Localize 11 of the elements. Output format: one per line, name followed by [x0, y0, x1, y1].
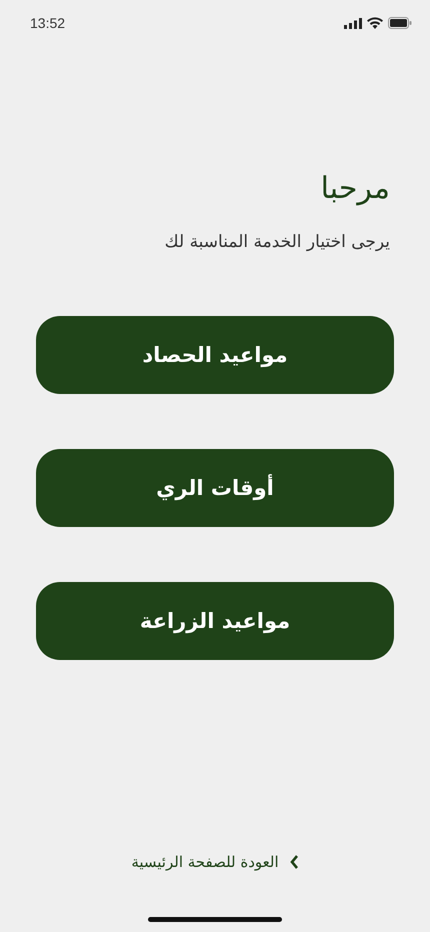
service-button[interactable]: مواعيد الحصاد: [36, 316, 394, 394]
chevron-icon: [288, 854, 299, 870]
signal-icon: [344, 18, 362, 28]
service-button[interactable]: أوقات الري: [36, 449, 394, 527]
back-link[interactable]: العودة للصفحة الرئيسية: [131, 853, 299, 871]
welcome-title: مرحبا: [320, 171, 390, 206]
wifi-icon: [367, 17, 383, 29]
battery-icon: [388, 17, 412, 29]
subtitle: يرجى اختيار الخدمة المناسبة لك: [164, 232, 390, 252]
status-time: 13:52: [30, 15, 66, 31]
service-button[interactable]: مواعيد الزراعة: [36, 582, 394, 660]
